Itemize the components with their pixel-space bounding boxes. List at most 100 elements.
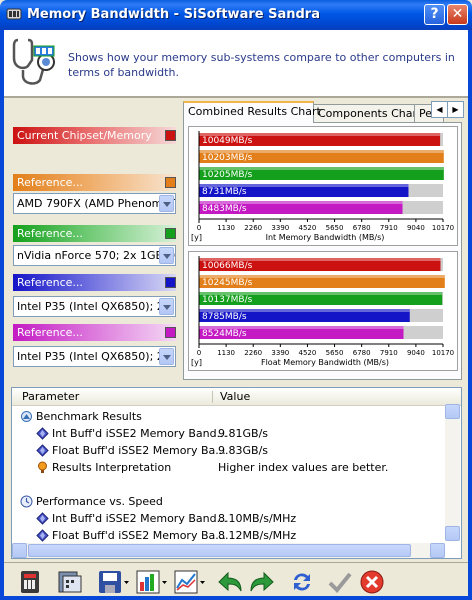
x-tick-label: 3390 xyxy=(271,349,289,357)
results-list[interactable]: Parameter Value Benchmark Results Int Bu… xyxy=(11,387,462,559)
clock-icon xyxy=(20,495,33,508)
reference-1-label[interactable]: Reference... xyxy=(13,174,176,191)
list-item[interactable]: Int Buff'd iSSE2 Memory Band... 8.10MB/s… xyxy=(18,510,448,527)
save-button[interactable] xyxy=(96,568,130,596)
diamond-icon xyxy=(36,529,49,542)
x-axis-label: Int Memory Bandwidth (MB/s) xyxy=(266,233,385,242)
list-item[interactable]: Results Interpretation Higher index valu… xyxy=(18,459,448,476)
tab-combined-results[interactable]: Combined Results Chart xyxy=(183,101,321,123)
current-chipset-label: Current Chipset/Memory xyxy=(13,127,176,144)
list-item-value: 8.12MB/s/MHz xyxy=(218,529,297,542)
y-axis-label: [y] xyxy=(191,358,202,367)
reference-3-select[interactable]: Intel P35 (Intel QX6850); 2x : xyxy=(13,296,176,317)
list-item[interactable]: Float Buff'd iSSE2 Memory Ba... 8.12MB/s… xyxy=(18,527,448,544)
data-label-2: 10137MB/s xyxy=(202,295,253,305)
chevron-down-icon[interactable] xyxy=(159,247,174,264)
x-tick-label: 7910 xyxy=(380,349,398,357)
column-header-parameter[interactable]: Parameter xyxy=(22,390,79,403)
graph-button[interactable] xyxy=(172,568,206,596)
reference-3-label[interactable]: Reference... xyxy=(13,274,176,291)
reference-4-value: Intel P35 (Intel QX6850); 2x : xyxy=(17,350,176,363)
window-frame-bottom xyxy=(0,596,472,600)
x-tick-label: 4520 xyxy=(299,349,317,357)
options-icon xyxy=(58,571,82,593)
x-tick-label: 7910 xyxy=(380,224,398,232)
vertical-scrollbar[interactable] xyxy=(445,404,460,541)
tab-scroll-left-icon[interactable]: ◀ xyxy=(431,101,448,118)
chevron-down-icon[interactable] xyxy=(159,195,174,212)
x-tick-label: 5650 xyxy=(326,349,344,357)
chart-type-button[interactable] xyxy=(134,568,168,596)
reference-1-select[interactable]: AMD 790FX (AMD Phenom 97 xyxy=(13,193,176,214)
reference-2-select[interactable]: nVidia nForce 570; 2x 1GB DD xyxy=(13,245,176,266)
report-icon xyxy=(21,571,39,593)
close-button[interactable]: ✕ xyxy=(447,4,468,25)
column-divider[interactable] xyxy=(212,391,213,403)
int-bandwidth-chart: 10049MB/s 10203MB/s 10205MB/s 8731MB/s 8483M… xyxy=(188,126,458,246)
data-label-0: 10049MB/s xyxy=(202,136,253,146)
refresh-button[interactable] xyxy=(288,568,316,596)
x-tick-label: 6780 xyxy=(353,349,371,357)
module-description: Shows how your memory sub-systems compar… xyxy=(68,51,455,79)
scroll-left-button[interactable] xyxy=(12,543,27,558)
reference-2-value: nVidia nForce 570; 2x 1GB DD xyxy=(17,249,176,262)
x-tick-label: 1130 xyxy=(217,224,235,232)
reference-1-text: Reference... xyxy=(17,176,83,189)
reference-2-label[interactable]: Reference... xyxy=(13,225,176,242)
reference-3-color-swatch xyxy=(165,277,176,288)
scroll-up-button[interactable] xyxy=(445,404,460,419)
forward-icon xyxy=(250,571,274,592)
column-header-value[interactable]: Value xyxy=(220,390,250,403)
checkmark-icon xyxy=(328,572,352,593)
horizontal-scrollbar[interactable] xyxy=(12,543,445,558)
report-button[interactable] xyxy=(16,568,44,596)
list-item-label: Float Buff'd iSSE2 Memory Ba... xyxy=(52,529,226,542)
reference-3-text: Reference... xyxy=(17,276,83,289)
scroll-down-button[interactable] xyxy=(445,526,460,541)
chevron-down-icon[interactable] xyxy=(159,348,174,365)
x-tick-label: 3390 xyxy=(271,224,289,232)
options-button[interactable] xyxy=(56,568,84,596)
scroll-right-button[interactable] xyxy=(430,543,445,558)
benchmark-icon xyxy=(21,411,32,422)
ok-button[interactable] xyxy=(326,568,354,596)
data-label-1: 10245MB/s xyxy=(202,278,253,288)
tab-scroll-right-icon[interactable]: ▶ xyxy=(447,101,464,118)
data-label-0: 10066MB/s xyxy=(202,261,253,271)
list-item-label: Performance vs. Speed xyxy=(36,495,163,508)
window-title: Memory Bandwidth - SiSoftware Sandra xyxy=(27,7,320,22)
back-button[interactable] xyxy=(216,568,244,596)
chart-type-icon xyxy=(136,570,167,594)
list-item-value: 8.10MB/s/MHz xyxy=(218,512,297,525)
window-frame-left xyxy=(0,30,4,600)
data-label-4: 8524MB/s xyxy=(202,329,247,339)
graph-icon xyxy=(174,570,205,594)
toolbar-divider xyxy=(4,562,468,563)
data-label-3: 8731MB/s xyxy=(202,187,247,197)
x-tick-label: 1130 xyxy=(217,349,235,357)
x-tick-label: 4520 xyxy=(299,224,317,232)
reference-2-text: Reference... xyxy=(17,227,83,240)
float-bandwidth-chart-svg: 10066MB/s 10245MB/s 10137MB/s 8785MB/s 8524M… xyxy=(191,256,454,367)
cancel-icon xyxy=(360,570,384,594)
help-button[interactable]: ? xyxy=(424,4,445,25)
list-item[interactable]: Benchmark Results xyxy=(18,408,448,425)
tab-components[interactable]: Components Chart xyxy=(313,104,421,123)
y-axis-label: [y] xyxy=(191,233,202,242)
reference-2-color-swatch xyxy=(165,228,176,239)
reference-4-label[interactable]: Reference... xyxy=(13,324,176,341)
float-bandwidth-chart: 10066MB/s 10245MB/s 10137MB/s 8785MB/s 8524M… xyxy=(188,251,458,371)
forward-button[interactable] xyxy=(248,568,276,596)
window-frame-right xyxy=(468,30,472,600)
reference-4-select[interactable]: Intel P35 (Intel QX6850); 2x : xyxy=(13,346,176,367)
reference-3-value: Intel P35 (Intel QX6850); 2x : xyxy=(17,300,176,313)
horizontal-scroll-thumb[interactable] xyxy=(28,544,411,557)
x-tick-label: 10170 xyxy=(432,349,454,357)
list-item[interactable]: Performance vs. Speed xyxy=(18,493,448,510)
reference-1-color-swatch xyxy=(165,177,176,188)
list-item-value: Higher index values are better. xyxy=(218,461,389,474)
cancel-button[interactable] xyxy=(358,568,386,596)
list-item[interactable]: Int Buff'd iSSE2 Memory Band... 9.81GB/s xyxy=(18,425,448,442)
list-item[interactable]: Float Buff'd iSSE2 Memory Ba... 9.83GB/s xyxy=(18,442,448,459)
chevron-down-icon[interactable] xyxy=(159,298,174,315)
